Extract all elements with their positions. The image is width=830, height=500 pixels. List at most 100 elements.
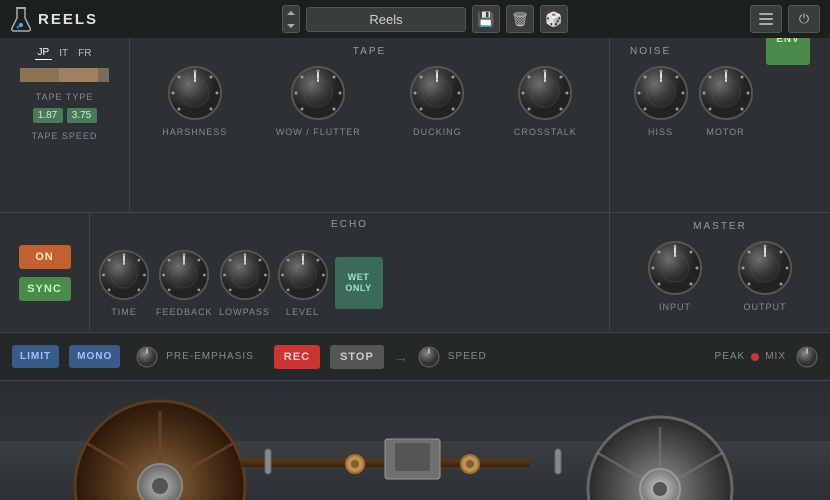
input-label: INPUT <box>659 302 691 312</box>
motor-knob-group: MOTOR <box>698 65 754 137</box>
nav-up-icon <box>287 11 295 15</box>
feedback-knob[interactable] <box>158 249 210 301</box>
main-content: JP IT FR TAPE TYPE 1.87 3.75 TAPE SPEED <box>0 38 830 500</box>
tape-visual <box>0 381 830 500</box>
pre-emphasis-area: PRE-EMPHASIS <box>136 346 254 368</box>
harshness-knob[interactable] <box>167 65 223 121</box>
noise-knobs-row: HISS <box>620 65 766 137</box>
hiss-knob[interactable] <box>633 65 689 121</box>
middle-panels: ON SYNC ECHO TIME <box>0 213 830 333</box>
output-label: OUTPUT <box>744 302 787 312</box>
mix-knob[interactable] <box>796 346 818 368</box>
ducking-knob[interactable] <box>409 65 465 121</box>
power-button[interactable]: ⏻ <box>788 5 820 33</box>
peak-area: PEAK MIX <box>715 346 818 368</box>
delete-button[interactable]: 🗑 <box>506 5 534 33</box>
tape-type-section: JP IT FR TAPE TYPE 1.87 3.75 TAPE SPEED <box>0 38 130 212</box>
random-button[interactable]: 🎲 <box>540 5 568 33</box>
level-knob[interactable] <box>277 249 329 301</box>
menu-button[interactable] <box>750 5 782 33</box>
stop-button[interactable]: STOP <box>330 345 384 369</box>
header-icons: 💾 🗑 🎲 <box>472 5 568 33</box>
rec-button[interactable]: REC <box>274 345 320 369</box>
tape-knobs-section: TAPE <box>130 38 610 212</box>
tape-bar-jp <box>20 68 59 82</box>
wet-only-button[interactable]: WET ONLY <box>335 257 383 309</box>
save-button[interactable]: 💾 <box>472 5 500 33</box>
time-knob[interactable] <box>98 249 150 301</box>
hamburger-icon <box>759 13 773 25</box>
app-container: REELS Reels 💾 🗑 🎲 <box>0 0 830 500</box>
tape-speed-low[interactable]: 1.87 <box>33 108 63 123</box>
output-knob-group: OUTPUT <box>737 240 793 328</box>
motor-label: MOTOR <box>706 127 744 137</box>
tape-speed-high[interactable]: 3.75 <box>67 108 97 123</box>
env-button[interactable]: ENV <box>766 38 810 65</box>
limit-button[interactable]: LIMIT <box>12 345 59 368</box>
master-section: MASTER INPUT <box>610 213 830 332</box>
tape-speed-values: 1.87 3.75 <box>33 108 97 123</box>
preset-nav-button[interactable] <box>282 5 300 33</box>
hiss-label: HISS <box>648 127 673 137</box>
peak-indicator <box>751 353 759 361</box>
harshness-knob-group: HARSHNESS <box>162 65 227 137</box>
hiss-knob-group: HISS <box>633 65 689 137</box>
lowpass-knob[interactable] <box>219 249 271 301</box>
speed-area: SPEED <box>418 346 487 368</box>
save-icon: 💾 <box>477 11 494 28</box>
crosstalk-knob-group: CROSSTALK <box>514 65 577 137</box>
peak-label: PEAK <box>715 351 746 362</box>
echo-on-button[interactable]: ON <box>19 245 71 269</box>
ducking-label: DUCKING <box>413 127 462 137</box>
logo-area: REELS <box>10 6 100 32</box>
harshness-label: HARSHNESS <box>162 127 227 137</box>
crosstalk-label: CROSSTALK <box>514 127 577 137</box>
arrow-icon: → <box>394 349 408 365</box>
tape-type-bar <box>20 68 110 82</box>
level-knob-group: LEVEL <box>277 249 329 317</box>
master-section-title: MASTER <box>610 221 830 232</box>
tape-type-label: TAPE TYPE <box>36 92 94 102</box>
random-icon: 🎲 <box>545 11 562 28</box>
input-knob[interactable] <box>647 240 703 296</box>
wow-flutter-label: WOW / FLUTTER <box>276 127 361 137</box>
tape-bar-it <box>59 68 98 82</box>
wow-flutter-knob-group: WOW / FLUTTER <box>276 65 361 137</box>
tape-type-jp[interactable]: JP <box>35 46 53 60</box>
tape-section-title: TAPE <box>130 46 609 57</box>
mono-button[interactable]: MONO <box>69 345 120 368</box>
power-icon: ⏻ <box>799 11 809 27</box>
nav-down-icon <box>287 24 295 28</box>
motor-knob[interactable] <box>698 65 754 121</box>
tape-knobs-row: HARSHNESS <box>130 65 609 208</box>
echo-controls: ON SYNC <box>0 213 90 332</box>
output-knob[interactable] <box>737 240 793 296</box>
echo-sync-button[interactable]: SYNC <box>19 277 71 301</box>
echo-section-title: ECHO <box>90 219 609 230</box>
echo-knobs-section: ECHO TIME <box>90 213 610 332</box>
header: REELS Reels 💾 🗑 🎲 <box>0 0 830 38</box>
echo-with-wet: TIME FEEDBACK <box>90 238 609 328</box>
lowpass-knob-group: LOWPASS <box>219 249 271 317</box>
input-knob-group: INPUT <box>647 240 703 328</box>
top-panels: JP IT FR TAPE TYPE 1.87 3.75 TAPE SPEED <box>0 38 830 213</box>
level-label: LEVEL <box>286 307 319 317</box>
tape-bar-fr <box>98 68 110 82</box>
tape-type-fr[interactable]: FR <box>75 46 94 60</box>
speed-knob[interactable] <box>418 346 440 368</box>
logo-text: REELS <box>38 11 98 28</box>
tape-type-it[interactable]: IT <box>56 46 71 60</box>
tape-machine-svg <box>0 381 830 500</box>
feedback-label: FEEDBACK <box>156 307 213 317</box>
master-knobs-row: INPUT OUTPUT <box>610 240 830 328</box>
tape-type-tabs: JP IT FR <box>35 46 95 60</box>
pre-emphasis-knob[interactable] <box>136 346 158 368</box>
tape-speed-label: TAPE SPEED <box>32 131 98 141</box>
header-right: ⏻ <box>750 5 820 33</box>
noise-section: NOISE <box>610 38 830 212</box>
feedback-knob-group: FEEDBACK <box>156 249 213 317</box>
preset-name[interactable]: Reels <box>306 7 466 32</box>
crosstalk-knob[interactable] <box>517 65 573 121</box>
flask-icon <box>10 6 32 32</box>
wow-flutter-knob[interactable] <box>290 65 346 121</box>
